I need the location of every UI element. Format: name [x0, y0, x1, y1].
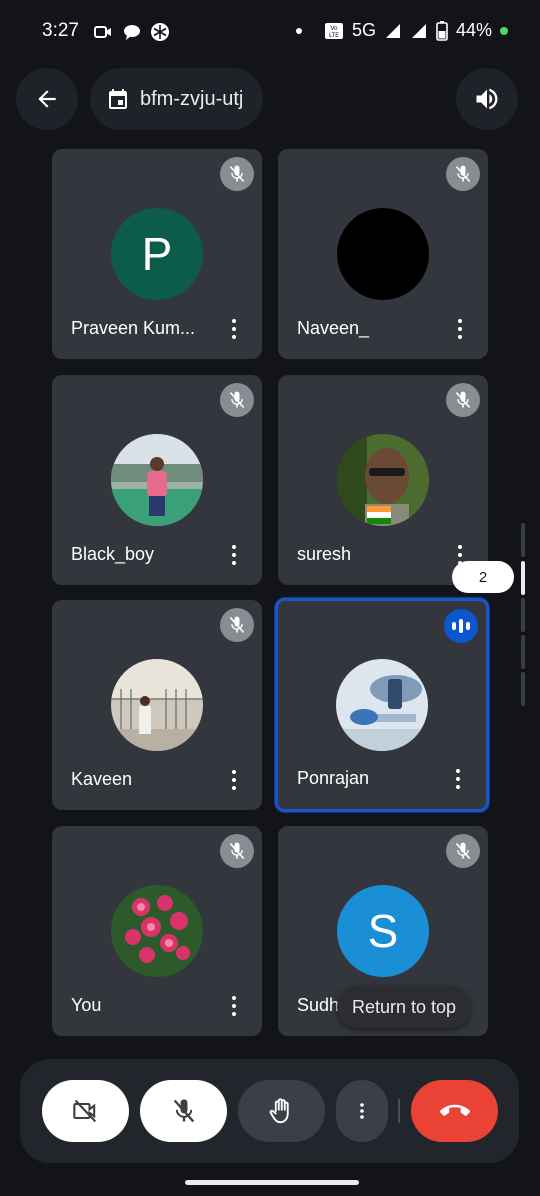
- home-indicator[interactable]: [185, 1180, 359, 1185]
- page-indicator-segment[interactable]: [521, 523, 525, 557]
- avatar-photo: [111, 885, 203, 977]
- mic-muted-badge: [446, 834, 480, 868]
- snowflake-icon: [151, 23, 169, 41]
- end-call-icon: [439, 1104, 470, 1116]
- svg-text:Vo: Vo: [330, 25, 338, 32]
- status-bar: 3:27 Vo LTE 5G 44%: [0, 0, 540, 62]
- avatar: P: [111, 208, 203, 300]
- mic-off-icon: [173, 1099, 194, 1123]
- more-options-button[interactable]: [336, 1080, 388, 1142]
- active-dot-icon: [500, 26, 508, 35]
- avatar-photo: [336, 659, 428, 751]
- toggle-camera-button[interactable]: [42, 1080, 129, 1142]
- signal-icon-2: [411, 23, 426, 38]
- participant-name: Kaveen: [71, 769, 133, 789]
- more-vert-icon: [360, 1103, 364, 1119]
- avatar-photo: [337, 434, 429, 526]
- toggle-mic-button[interactable]: [140, 1080, 227, 1142]
- participant-name: Naveen_: [297, 318, 370, 338]
- participant-name: Black_boy: [71, 544, 155, 564]
- volte-icon: VoLTE: [324, 22, 343, 39]
- mic-off-icon: [229, 391, 245, 409]
- participant-more-button[interactable]: [446, 767, 470, 791]
- speaking-indicator: [444, 609, 478, 643]
- status-time: 3:27: [42, 20, 79, 41]
- camera-off-icon: [72, 1099, 96, 1123]
- avatar-initial: S: [367, 905, 399, 957]
- mic-muted-badge: [220, 157, 254, 191]
- mic-muted-badge: [220, 608, 254, 642]
- call-controls-bar: [20, 1059, 519, 1163]
- avatar-initial: P: [141, 228, 173, 280]
- svg-text:LTE: LTE: [329, 32, 339, 39]
- calendar-icon: [109, 89, 127, 109]
- meeting-code: bfm-zvju-utj: [140, 87, 244, 110]
- battery-icon: [436, 20, 448, 41]
- mic-off-icon: [229, 616, 245, 634]
- mic-off-icon: [229, 165, 245, 183]
- participant-tile-active-speaker[interactable]: Ponrajan: [275, 598, 489, 812]
- participant-tile[interactable]: Naveen_: [278, 149, 488, 359]
- speaker-icon: [476, 88, 498, 110]
- participant-name: You: [71, 995, 102, 1015]
- avatar: [337, 208, 429, 300]
- signal-icon: [385, 23, 400, 38]
- end-call-button[interactable]: [411, 1080, 498, 1142]
- control-divider: [398, 1099, 400, 1123]
- participant-more-button[interactable]: [448, 317, 472, 341]
- page-indicator-segment[interactable]: [521, 635, 525, 669]
- mic-muted-badge: [446, 157, 480, 191]
- avatar: S: [337, 885, 429, 977]
- participant-more-button[interactable]: [222, 317, 246, 341]
- mic-muted-badge: [220, 834, 254, 868]
- participant-tile[interactable]: Black_boy: [52, 375, 262, 585]
- meeting-info-chip[interactable]: bfm-zvju-utj: [90, 68, 264, 130]
- mic-off-icon: [455, 391, 471, 409]
- mic-off-icon: [455, 842, 471, 860]
- participant-tile[interactable]: Kaveen: [52, 600, 262, 810]
- participant-tile[interactable]: suresh: [278, 375, 488, 585]
- mic-off-icon: [229, 842, 245, 860]
- audio-output-button[interactable]: [456, 68, 518, 130]
- participant-tile-self[interactable]: You: [52, 826, 262, 1036]
- page-indicator-segment[interactable]: [521, 672, 525, 706]
- raise-hand-button[interactable]: [238, 1080, 325, 1142]
- network-type: 5G: [351, 20, 376, 40]
- avatar-photo: [111, 659, 203, 751]
- back-arrow-icon: [38, 90, 56, 108]
- participant-tile[interactable]: P Praveen Kum...: [52, 149, 262, 359]
- avatar-photo: [111, 434, 203, 526]
- return-to-top-button[interactable]: Return to top: [337, 986, 472, 1028]
- notification-dot-icon: [295, 27, 302, 34]
- page-number-badge: 2: [452, 561, 514, 593]
- participant-more-button[interactable]: [222, 543, 246, 567]
- status-right: Vo LTE 5G 44%: [295, 20, 508, 41]
- participant-more-button[interactable]: [222, 994, 246, 1018]
- video-icon: [94, 26, 111, 38]
- page-indicator-segment[interactable]: [521, 598, 525, 632]
- raise-hand-icon: [269, 1098, 289, 1124]
- participant-more-button[interactable]: [222, 768, 246, 792]
- participant-name: Praveen Kum...: [71, 318, 196, 338]
- mic-off-icon: [455, 165, 471, 183]
- mic-muted-badge: [220, 383, 254, 417]
- back-button[interactable]: [16, 68, 78, 130]
- participant-name: suresh: [297, 544, 352, 564]
- participant-name: Ponrajan: [297, 768, 370, 788]
- chat-bubble-icon: [124, 25, 140, 40]
- battery-percent: 44%: [455, 20, 492, 40]
- page-indicator-segment-current[interactable]: [521, 561, 525, 595]
- mic-muted-badge: [446, 383, 480, 417]
